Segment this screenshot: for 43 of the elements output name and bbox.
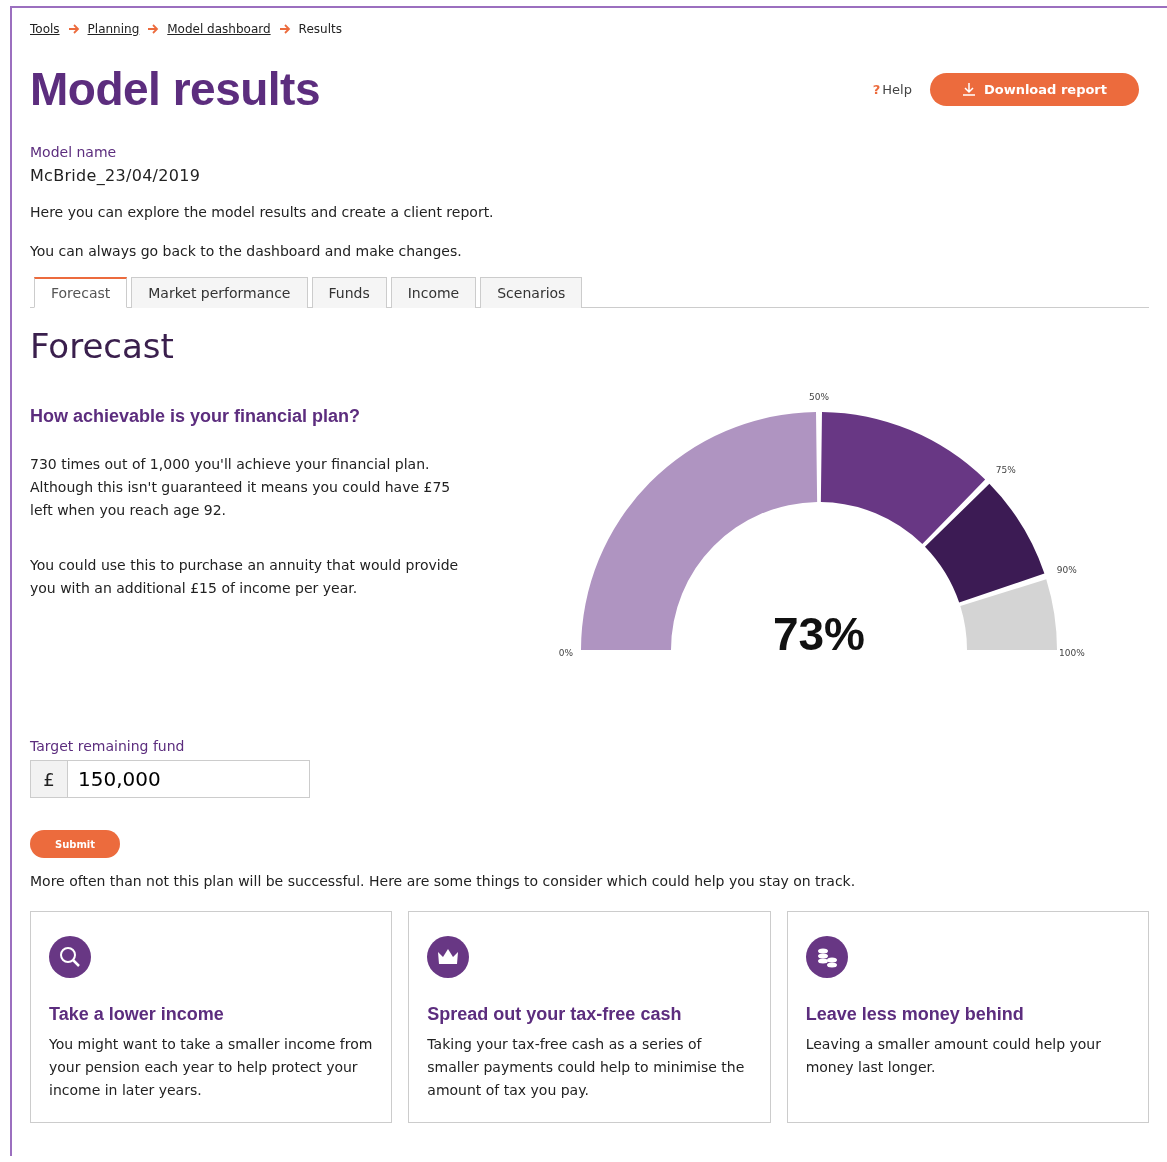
breadcrumb-link[interactable]: Planning [87, 22, 140, 36]
intro-text: Here you can explore the model results and create a client report. [30, 203, 495, 222]
page-title: Model results [30, 62, 320, 116]
icon-background [49, 936, 91, 978]
download-icon [961, 82, 976, 96]
summary-text: More often than not this plan will be successful. Here are some things to consider which could help you stay on track. [30, 872, 857, 891]
gauge-tick-label: 75% [995, 465, 1016, 476]
arrow-right-icon [147, 24, 160, 34]
card-text: Taking your tax-free cash as a series of smaller payments could help to minimise the amount of tax you pay. [427, 1035, 746, 1100]
gauge-tick-label: 50% [809, 392, 829, 402]
tab[interactable]: Forecast [34, 277, 128, 308]
breadcrumb-link[interactable]: Tools [30, 22, 60, 36]
model-name-value: McBride_23/04/2019 [30, 166, 202, 185]
card-title: Take a lower income [49, 1004, 225, 1025]
arrow-right-icon [67, 24, 80, 34]
card-title: Leave less money behind [805, 1004, 1025, 1025]
tab[interactable]: Market performance [131, 277, 308, 308]
forecast-text: 730 times out of 1,000 you'll achieve your financial plan. Although this isn't guaranteed it means you could have £75 left when you reach age 92. [30, 455, 452, 520]
forecast-text: You could use this to purchase an annuity that would provide you with an additional £15 of income per year. [30, 556, 460, 598]
gauge-tick-label: 0% [558, 648, 573, 658]
tab[interactable]: Scenarios [480, 277, 583, 308]
target-label: Target remaining fund [30, 738, 186, 754]
search-icon [60, 947, 80, 967]
question-heading: How achievable is your financial plan? [30, 406, 362, 427]
coins-icon [817, 948, 837, 968]
tab[interactable]: Funds [311, 277, 387, 308]
target-fund-field[interactable]: 150,000 [68, 760, 310, 798]
crown-icon [438, 949, 459, 964]
card-text: You might want to take a smaller income from your pension each year to help protect your income in later years. [49, 1035, 374, 1100]
breadcrumb-link[interactable]: Model dashboard [167, 22, 271, 36]
intro-text: You can always go back to the dashboard and make changes. [30, 242, 463, 261]
gauge-tick-label: 100% [1059, 648, 1085, 658]
arrow-right-icon [278, 24, 291, 34]
tab[interactable]: Income [390, 277, 477, 308]
section-title: Forecast [30, 326, 175, 366]
help-link[interactable]: ?Help [872, 81, 912, 97]
currency-prefix: £ [30, 760, 68, 798]
gauge-tick-label: 90% [1056, 564, 1077, 575]
gauge-reading: 73% [772, 608, 866, 660]
card-title: Spread out your tax-free cash [427, 1004, 683, 1025]
model-name-label: Model name [30, 144, 118, 160]
current-page-label: Results [298, 22, 342, 36]
card-text: Leaving a smaller amount could help your money last longer. [805, 1035, 1102, 1077]
